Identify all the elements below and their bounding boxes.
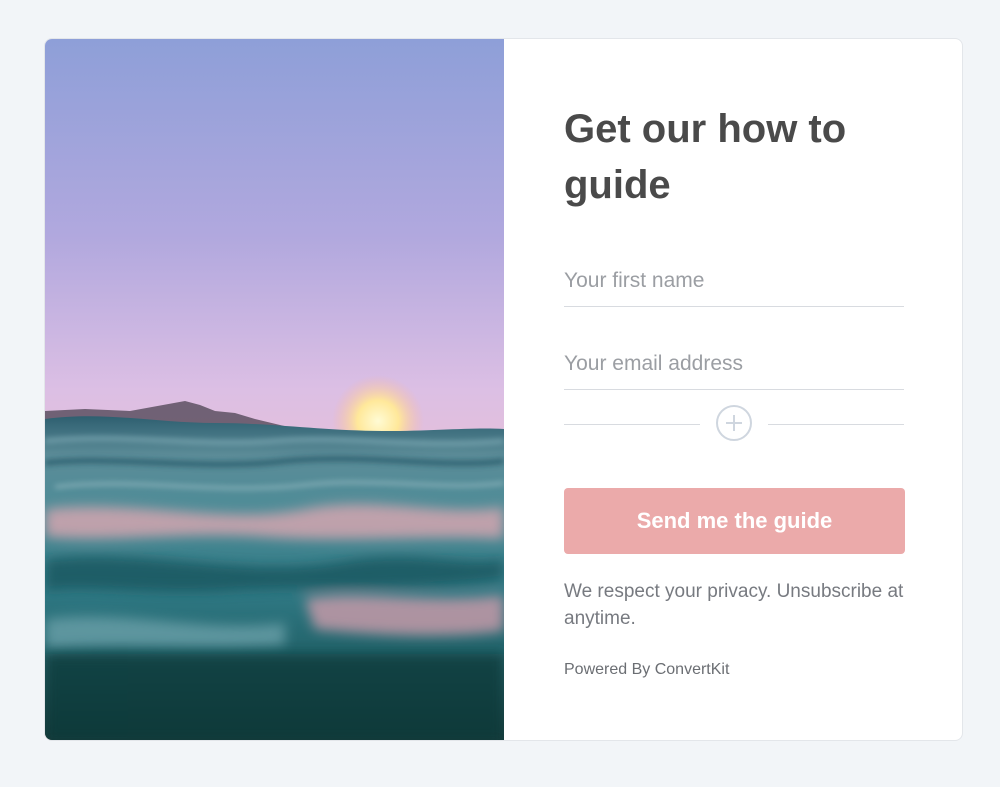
form-headline: Get our how to guide: [564, 107, 847, 207]
first-name-input[interactable]: [564, 255, 904, 307]
plus-circle-icon[interactable]: [716, 405, 752, 441]
signup-form: Get our how to guide Send me the guide W…: [504, 39, 962, 740]
email-input[interactable]: [564, 338, 904, 390]
add-field-divider: [564, 405, 904, 443]
powered-by-link[interactable]: Powered By ConvertKit: [564, 661, 729, 679]
divider-line-left: [564, 424, 700, 425]
signup-card: Get our how to guide Send me the guide W…: [44, 38, 963, 741]
hero-image: [45, 39, 504, 740]
divider-line-right: [768, 424, 904, 425]
privacy-note: We respect your privacy. Unsubscribe at …: [564, 581, 904, 629]
send-guide-button[interactable]: Send me the guide: [564, 488, 905, 554]
